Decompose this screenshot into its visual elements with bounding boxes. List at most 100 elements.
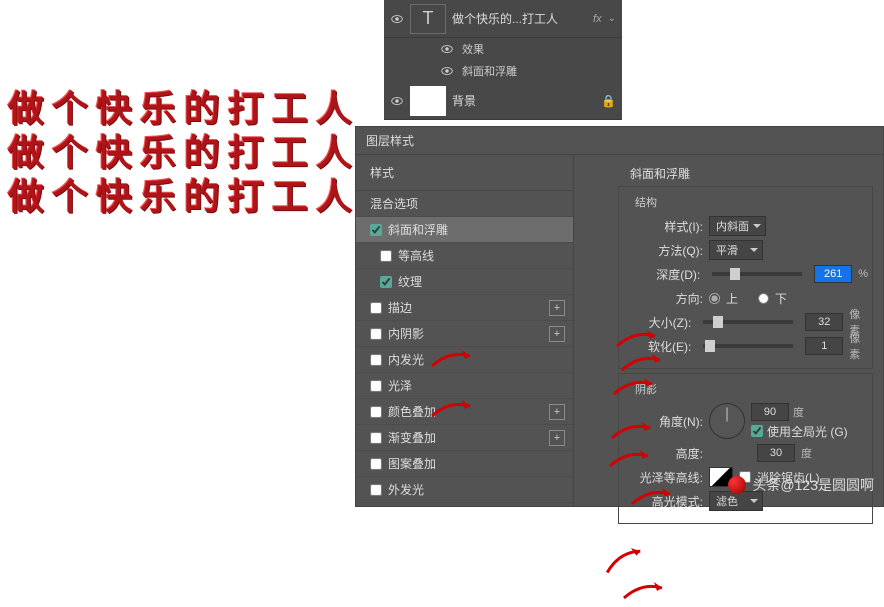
checkbox[interactable]	[370, 406, 382, 418]
effect-bevel-label: 斜面和浮雕	[462, 63, 517, 79]
depth-input[interactable]	[814, 265, 852, 283]
soften-label: 软化(E):	[625, 338, 691, 355]
altitude-label: 高度:	[625, 445, 703, 462]
label: 外发光	[388, 481, 424, 498]
technique-label: 方法(Q):	[625, 242, 703, 259]
checkbox[interactable]	[370, 432, 382, 444]
checkbox[interactable]	[380, 276, 392, 288]
style-stroke[interactable]: 描边 +	[356, 295, 573, 321]
style-inner-shadow[interactable]: 内阴影 +	[356, 321, 573, 347]
layer-background[interactable]: 背景 🔒	[384, 82, 622, 120]
angle-unit: 度	[793, 404, 804, 420]
soften-slider[interactable]	[703, 344, 793, 348]
style-contour[interactable]: 等高线	[356, 243, 573, 269]
visibility-eye-icon[interactable]	[390, 12, 404, 26]
watermark: 头条@123是圆圆啊	[728, 475, 874, 495]
depth-slider[interactable]	[712, 272, 802, 276]
label: 内阴影	[388, 325, 424, 342]
style-inner-glow[interactable]: 内发光	[356, 347, 573, 373]
shading-group: 阴影 角度(N): 度 使用全局光 (G) 高度:	[618, 373, 873, 524]
checkbox[interactable]	[370, 484, 382, 496]
section-title: 斜面和浮雕	[630, 165, 879, 182]
angle-input[interactable]	[751, 403, 789, 421]
checkbox[interactable]	[370, 328, 382, 340]
effects-row[interactable]: 效果	[384, 38, 622, 60]
checkbox[interactable]	[370, 224, 382, 236]
angle-label: 角度(N):	[625, 413, 703, 430]
label: 纹理	[398, 273, 422, 290]
global-light-checkbox[interactable]	[751, 425, 763, 437]
style-blend-options[interactable]: 混合选项	[356, 191, 573, 217]
down-label: 下	[775, 290, 787, 307]
effects-label: 效果	[462, 41, 484, 57]
style-gradient-overlay[interactable]: 渐变叠加 +	[356, 425, 573, 451]
size-input[interactable]	[805, 313, 843, 331]
annotation-arrow-icon	[600, 541, 652, 577]
label: 渐变叠加	[388, 429, 436, 446]
row-size: 大小(Z): 像素	[625, 310, 868, 334]
watermark-text: 头条@123是圆圆啊	[752, 475, 874, 495]
style-texture[interactable]: 纹理	[356, 269, 573, 295]
add-icon[interactable]: +	[549, 326, 565, 342]
chevron-down-icon[interactable]: ⌄	[608, 13, 616, 24]
row-soften: 软化(E): 像素	[625, 334, 868, 358]
style-label: 样式(I):	[625, 218, 703, 235]
label: 内发光	[388, 351, 424, 368]
size-slider[interactable]	[703, 320, 793, 324]
type-thumb-icon: T	[410, 4, 446, 34]
add-icon[interactable]: +	[549, 404, 565, 420]
layer-style-dialog: 图层样式 样式 混合选项 斜面和浮雕 等高线 纹理 描边 + 内阴影 + 内发光 光…	[355, 126, 884, 507]
layers-panel: T 做个快乐的...打工人 fx ⌄ 效果 斜面和浮雕 背景 🔒	[384, 0, 622, 120]
row-direction: 方向: 上 下	[625, 286, 868, 310]
checkbox[interactable]	[370, 354, 382, 366]
technique-dropdown[interactable]: 平滑	[709, 240, 763, 260]
add-icon[interactable]: +	[549, 430, 565, 446]
dir-up-radio[interactable]	[709, 293, 720, 304]
canvas-text-row-3: 做个快乐的打工人	[8, 168, 360, 220]
layer-text[interactable]: T 做个快乐的...打工人 fx ⌄	[384, 0, 622, 38]
fx-badge[interactable]: fx	[593, 13, 602, 25]
label: 图案叠加	[388, 455, 436, 472]
row-depth: 深度(D): %	[625, 262, 868, 286]
checkbox[interactable]	[370, 302, 382, 314]
bg-thumb	[410, 86, 446, 116]
checkbox[interactable]	[370, 380, 382, 392]
altitude-input[interactable]	[757, 444, 795, 462]
global-light-label: 使用全局光 (G)	[767, 423, 848, 440]
bevel-settings: 斜面和浮雕 结构 样式(I): 内斜面 方法(Q): 平滑 深度(D): % 方…	[608, 155, 883, 506]
depth-label: 深度(D):	[625, 266, 700, 283]
effect-bevel-row[interactable]: 斜面和浮雕	[384, 60, 622, 82]
row-angle: 角度(N): 度 使用全局光 (G)	[625, 401, 868, 441]
visibility-eye-icon[interactable]	[440, 64, 454, 78]
angle-dial[interactable]	[709, 403, 745, 439]
styles-header: 样式	[356, 155, 573, 191]
up-label: 上	[726, 290, 738, 307]
label: 描边	[388, 299, 412, 316]
dir-down-radio[interactable]	[758, 293, 769, 304]
checkbox[interactable]	[380, 250, 392, 262]
style-color-overlay[interactable]: 颜色叠加 +	[356, 399, 573, 425]
style-pattern-overlay[interactable]: 图案叠加	[356, 451, 573, 477]
styles-list: 样式 混合选项 斜面和浮雕 等高线 纹理 描边 + 内阴影 + 内发光 光泽 颜色叠…	[356, 155, 574, 506]
checkbox[interactable]	[370, 458, 382, 470]
visibility-eye-icon[interactable]	[390, 94, 404, 108]
soften-input[interactable]	[805, 337, 843, 355]
row-style: 样式(I): 内斜面	[625, 214, 868, 238]
altitude-unit: 度	[801, 445, 812, 461]
style-bevel[interactable]: 斜面和浮雕	[356, 217, 573, 243]
label: 颜色叠加	[388, 403, 436, 420]
shading-title: 阴影	[631, 381, 661, 397]
style-satin[interactable]: 光泽	[356, 373, 573, 399]
visibility-eye-icon[interactable]	[440, 42, 454, 56]
style-dropdown[interactable]: 内斜面	[709, 216, 766, 236]
add-icon[interactable]: +	[549, 300, 565, 316]
label: 等高线	[398, 247, 434, 264]
watermark-logo-icon	[728, 476, 746, 494]
dialog-title: 图层样式	[356, 127, 883, 155]
label: 斜面和浮雕	[388, 221, 448, 238]
style-outer-glow[interactable]: 外发光	[356, 477, 573, 503]
row-altitude: 高度: 度	[625, 441, 868, 465]
gloss-contour-label: 光泽等高线:	[625, 469, 703, 486]
soften-unit: 像素	[849, 330, 868, 362]
lock-icon: 🔒	[601, 94, 616, 108]
